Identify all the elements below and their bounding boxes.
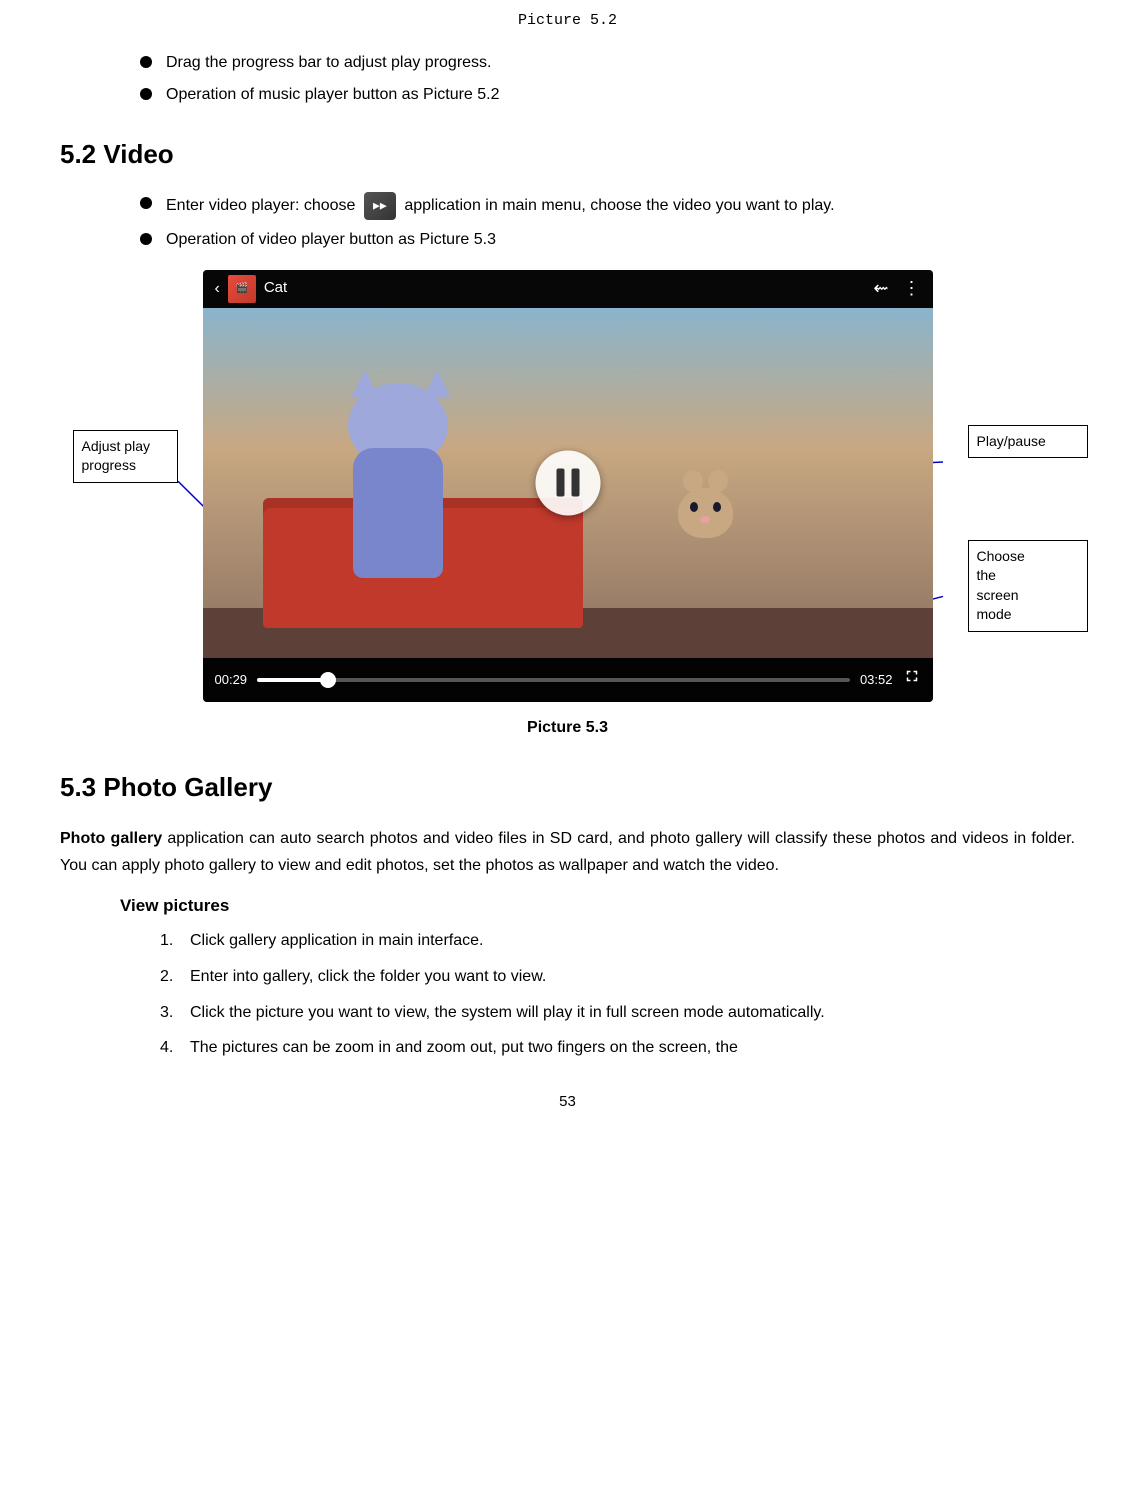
video-bullet-1-after: application in main menu, choose the vid… (404, 197, 834, 214)
step-text-1: Click gallery application in main interf… (190, 928, 483, 954)
video-section-bullets: Enter video player: choose application i… (140, 192, 1075, 252)
jerry-head (678, 488, 733, 538)
back-arrow-icon[interactable]: ‹ (215, 277, 220, 301)
bullet-text-2: Operation of music player button as Pict… (166, 83, 500, 107)
step-text-4: The pictures can be zoom in and zoom out… (190, 1035, 738, 1061)
pause-button-overlay[interactable] (535, 450, 600, 515)
progress-thumb[interactable] (320, 672, 336, 688)
pause-bar-1 (556, 469, 564, 497)
pause-bar-2 (571, 469, 579, 497)
topbar-left: ‹ 🎬 Cat (215, 275, 288, 303)
video-player-outer: Adjust play progress Play/pause Choose t… (203, 270, 933, 702)
time-total: 03:52 (860, 670, 893, 690)
section53-heading: 5.3 Photo Gallery (60, 768, 1075, 807)
video-bullet-2-text: Operation of video player button as Pict… (166, 228, 496, 252)
section53-intro: Photo gallery application can auto searc… (60, 825, 1075, 879)
step-2: 2. Enter into gallery, click the folder … (160, 964, 1075, 990)
video-diagram-wrapper: Adjust play progress Play/pause Choose t… (60, 270, 1075, 702)
step-text-2: Enter into gallery, click the folder you… (190, 964, 546, 990)
bullet-item-2: Operation of music player button as Pict… (140, 83, 1075, 107)
thumb-icon: 🎬 (236, 281, 248, 296)
page-number: 53 (60, 1091, 1075, 1114)
share-icon[interactable]: ⇜ (873, 275, 888, 302)
video-bullet-1-text: Enter video player: choose application i… (166, 192, 835, 220)
jerry-ear-right (708, 470, 728, 492)
bullet-item-1: Drag the progress bar to adjust play pro… (140, 51, 1075, 75)
tom-body (353, 448, 443, 578)
step-num-1: 1. (160, 928, 190, 954)
annotation-screenmode-line3: screen (977, 587, 1019, 603)
jerry-body (678, 488, 733, 538)
step-num-3: 3. (160, 1000, 190, 1026)
step-num-4: 4. (160, 1035, 190, 1061)
bullet-dot-v2 (140, 233, 152, 245)
annotation-play-pause: Play/pause (968, 425, 1088, 459)
video-title: Cat (264, 277, 287, 300)
video-frame (203, 308, 933, 658)
video-player[interactable]: ‹ 🎬 Cat ⇜ ⋮ (203, 270, 933, 702)
numbered-steps: 1. Click gallery application in main int… (160, 928, 1075, 1060)
time-current: 00:29 (215, 670, 248, 690)
annotation-playpause-text: Play/pause (977, 433, 1046, 449)
annotation-screenmode-line1: Choose (977, 548, 1025, 564)
pause-icon (556, 469, 579, 497)
bullet-text-1: Drag the progress bar to adjust play pro… (166, 51, 492, 75)
picture53-label: Picture 5.3 (60, 716, 1075, 740)
video-thumbnail-small: 🎬 (228, 275, 256, 303)
video-topbar: ‹ 🎬 Cat ⇜ ⋮ (203, 270, 933, 308)
more-icon[interactable]: ⋮ (903, 275, 921, 302)
annotation-screenmode-line2: the (977, 567, 996, 583)
jerry-eye-left (690, 502, 698, 512)
annotation-adjust-text: Adjust play progress (82, 438, 150, 474)
bullet-dot-v1 (140, 197, 152, 209)
annotation-screenmode-line4: mode (977, 606, 1012, 622)
bullet-dot-2 (140, 88, 152, 100)
annotation-adjust-progress: Adjust play progress (73, 430, 178, 483)
photo-gallery-section: 5.3 Photo Gallery Photo gallery applicat… (60, 768, 1075, 1061)
progress-bar-fill (257, 678, 328, 682)
jerry-nose (700, 516, 710, 523)
section52-bullets: Drag the progress bar to adjust play pro… (140, 51, 1075, 107)
section52-heading: 5.2 Video (60, 135, 1075, 174)
video-bullet-1: Enter video player: choose application i… (140, 192, 1075, 220)
step-text-3: Click the picture you want to view, the … (190, 1000, 825, 1026)
video-bullet-2: Operation of video player button as Pict… (140, 228, 1075, 252)
page-container: Picture 5.2 Drag the progress bar to adj… (0, 0, 1135, 1153)
annotation-screen-mode: Choose the screen mode (968, 540, 1088, 632)
picture52-label: Picture 5.2 (60, 10, 1075, 33)
jerry-eye-right (713, 502, 721, 512)
video-player-icon (364, 192, 396, 220)
bullet-dot-1 (140, 56, 152, 68)
step-4: 4. The pictures can be zoom in and zoom … (160, 1035, 1075, 1061)
fullscreen-button[interactable] (903, 667, 921, 693)
section53-intro-rest: application can auto search photos and v… (60, 830, 1075, 874)
step-3: 3. Click the picture you want to view, t… (160, 1000, 1075, 1026)
photo-gallery-bold: Photo gallery (60, 830, 162, 847)
step-1: 1. Click gallery application in main int… (160, 928, 1075, 954)
step-num-2: 2. (160, 964, 190, 990)
jerry-ear-left (683, 470, 703, 492)
video-controls: 00:29 03:52 (203, 658, 933, 702)
progress-bar-track[interactable] (257, 678, 850, 682)
video-bullet-1-before: Enter video player: choose (166, 197, 360, 214)
view-pictures-heading: View pictures (120, 893, 1075, 919)
topbar-icons: ⇜ ⋮ (873, 275, 920, 302)
